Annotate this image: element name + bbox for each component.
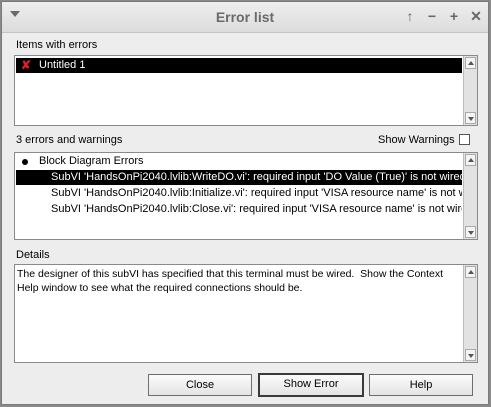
minimize-icon[interactable]: −	[424, 8, 440, 24]
arrow-down-icon	[468, 354, 474, 358]
items-with-errors-label: Items with errors	[16, 39, 98, 51]
list-item[interactable]: ✘ Untitled 1	[16, 58, 462, 73]
group-row[interactable]: Block Diagram Errors	[16, 154, 462, 169]
title-bar[interactable]: Error list ↑ − + ✕	[2, 2, 488, 33]
error-x-icon: ✘	[21, 58, 32, 72]
show-warnings-label: Show Warnings	[378, 134, 455, 146]
arrow-up-icon	[468, 270, 474, 274]
scroll-down-button[interactable]	[465, 349, 476, 361]
scroll-up-button[interactable]	[465, 57, 476, 69]
item-label: Untitled 1	[39, 59, 86, 71]
details-scrollbar[interactable]	[463, 265, 477, 362]
error-text: SubVI 'HandsOnPi2040.lvlib:WriteDO.vi': …	[51, 171, 466, 183]
scroll-down-button[interactable]	[465, 112, 476, 124]
scroll-up-button[interactable]	[465, 154, 476, 166]
details-text: The designer of this subVI has specified…	[17, 268, 446, 294]
details-box[interactable]: The designer of this subVI has specified…	[14, 264, 478, 363]
details-label: Details	[16, 249, 50, 261]
errors-scrollbar[interactable]	[463, 153, 477, 239]
error-row[interactable]: SubVI 'HandsOnPi2040.lvlib:Initialize.vi…	[16, 186, 462, 201]
close-icon[interactable]: ✕	[468, 8, 484, 24]
help-button[interactable]: Help	[369, 374, 473, 396]
items-list[interactable]: ✘ Untitled 1	[14, 55, 478, 126]
show-warnings-checkbox[interactable]	[459, 134, 470, 145]
scroll-up-button[interactable]	[465, 266, 476, 278]
error-row[interactable]: SubVI 'HandsOnPi2040.lvlib:WriteDO.vi': …	[16, 170, 466, 185]
bullet-icon	[22, 159, 28, 165]
error-row[interactable]: SubVI 'HandsOnPi2040.lvlib:Close.vi': re…	[16, 202, 462, 217]
group-label: Block Diagram Errors	[39, 155, 144, 167]
arrow-up-icon	[468, 61, 474, 65]
error-list-window: Error list ↑ − + ✕ Items with errors ✘ U…	[1, 1, 489, 405]
errors-summary: 3 errors and warnings	[16, 134, 123, 146]
scroll-down-button[interactable]	[465, 226, 476, 238]
close-button[interactable]: Close	[148, 374, 252, 396]
show-error-button[interactable]: Show Error	[258, 373, 364, 397]
arrow-down-icon	[468, 117, 474, 121]
errors-list[interactable]: Block Diagram Errors SubVI 'HandsOnPi204…	[14, 152, 478, 240]
arrow-up-icon	[468, 158, 474, 162]
items-scrollbar[interactable]	[463, 56, 477, 125]
error-text: SubVI 'HandsOnPi2040.lvlib:Initialize.vi…	[51, 187, 462, 199]
error-text: SubVI 'HandsOnPi2040.lvlib:Close.vi': re…	[51, 203, 462, 215]
maximize-icon[interactable]: +	[446, 8, 462, 24]
arrow-up-icon[interactable]: ↑	[402, 8, 418, 24]
arrow-down-icon	[468, 231, 474, 235]
